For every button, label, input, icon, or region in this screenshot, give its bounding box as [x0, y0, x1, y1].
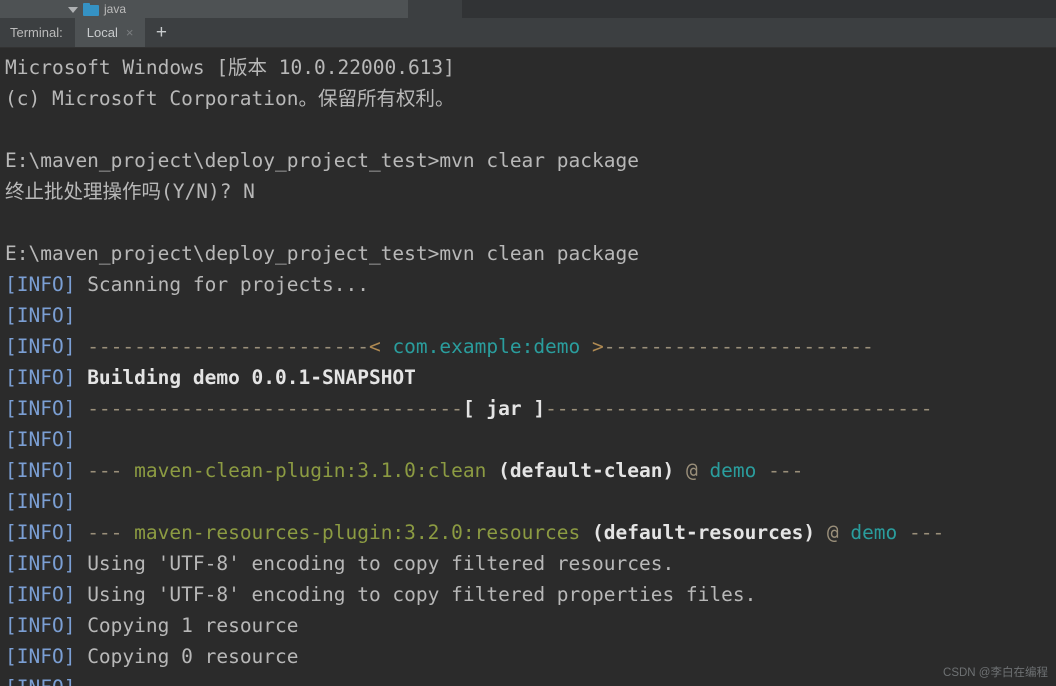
console-text-segment: 终止批处理操作吗(Y/N)? N	[5, 180, 255, 203]
console-text-segment	[5, 118, 17, 141]
console-text-segment: E:\maven_project\deploy_project_test>mvn…	[5, 242, 639, 265]
console-text-segment: ---	[75, 459, 135, 482]
console-line: Microsoft Windows [版本 10.0.22000.613]	[2, 52, 1056, 83]
tree-node-java[interactable]: java	[68, 3, 126, 16]
project-tree-strip: java	[0, 0, 1056, 18]
console-output: Microsoft Windows [版本 10.0.22000.613] (c)…	[2, 52, 1056, 686]
console-text-segment: Scanning for projects...	[75, 273, 369, 296]
console-line	[2, 207, 1056, 238]
console-text-segment: [INFO]	[5, 397, 76, 420]
console-text-segment	[5, 211, 17, 234]
console-line: [INFO] --------------------------------[…	[2, 393, 1056, 424]
terminal-tab-bar: Terminal: Local × +	[0, 18, 1056, 48]
console-text-segment: <	[368, 335, 393, 358]
console-text-segment: [INFO]	[5, 614, 76, 637]
console-text-segment: maven-clean-plugin:3.1.0:clean	[134, 459, 487, 482]
console-text-segment: ---	[756, 459, 804, 482]
console-line: [INFO] Using 'UTF-8' encoding to copy fi…	[2, 579, 1056, 610]
console-text-segment: Building demo 0.0.1-SNAPSHOT	[75, 366, 416, 389]
triangle-down-icon[interactable]	[68, 6, 78, 13]
console-line: [INFO] Copying 0 resource	[2, 641, 1056, 672]
console-line: [INFO] ------------------------< com.exa…	[2, 331, 1056, 362]
console-text-segment: ------------------------	[75, 335, 369, 358]
console-line: [INFO] --- maven-resources-plugin:3.2.0:…	[2, 517, 1056, 548]
folder-icon	[83, 3, 99, 16]
console-text-segment: ---------------------------------	[545, 397, 933, 420]
console-text-segment: [INFO]	[5, 304, 76, 327]
console-text-segment: [INFO]	[5, 676, 75, 686]
console-line: [INFO] --- maven-clean-plugin:3.1.0:clea…	[2, 455, 1056, 486]
console-text-segment: >	[580, 335, 604, 358]
console-text-segment: [INFO]	[5, 583, 76, 606]
console-text-segment: --------------------------------	[75, 397, 463, 420]
console-line: [INFO]	[2, 672, 1056, 686]
tree-node-label: java	[104, 2, 127, 16]
terminal-title-label: Terminal:	[10, 25, 63, 40]
console-line: [INFO]	[2, 300, 1056, 331]
tab-bar-filler	[177, 18, 1056, 47]
console-text-segment: (c) Microsoft Corporation。保留所有权利。	[5, 87, 455, 110]
console-text-segment: [INFO]	[5, 552, 76, 575]
console-text-segment: [INFO]	[5, 521, 76, 544]
console-text-segment: E:\maven_project\deploy_project_test>mvn…	[5, 149, 639, 172]
console-text-segment: demo	[709, 459, 757, 482]
console-text-segment: Microsoft Windows [版本 10.0.22000.613]	[5, 56, 455, 79]
console-text-segment: Using 'UTF-8' encoding to copy filtered …	[75, 583, 757, 606]
console-line: (c) Microsoft Corporation。保留所有权利。	[2, 83, 1056, 114]
terminal-tab-local[interactable]: Local ×	[74, 18, 146, 47]
console-text-segment: [INFO]	[5, 645, 76, 668]
console-text-segment: -----------------------	[603, 335, 874, 358]
console-line: [INFO] Scanning for projects...	[2, 269, 1056, 300]
console-line: [INFO] Copying 1 resource	[2, 610, 1056, 641]
console-text-segment: [INFO]	[5, 459, 76, 482]
console-text-segment: @	[815, 521, 851, 544]
close-icon[interactable]: ×	[126, 26, 134, 39]
terminal-tab-label: Local	[86, 25, 118, 40]
console-text-segment: ---	[75, 521, 135, 544]
console-line	[2, 114, 1056, 145]
console-text-segment: (default-resources)	[580, 521, 816, 544]
console-text-segment: [INFO]	[5, 366, 76, 389]
console-text-segment: Using 'UTF-8' encoding to copy filtered …	[75, 552, 675, 575]
console-text-segment: maven-resources-plugin:3.2.0:resources	[134, 521, 581, 544]
console-line: [INFO]	[2, 486, 1056, 517]
console-text-segment: [INFO]	[5, 490, 76, 513]
watermark: CSDN @李白在编程	[943, 667, 1048, 679]
console-line: 终止批处理操作吗(Y/N)? N	[2, 176, 1056, 207]
console-text-segment: com.example:demo	[392, 335, 581, 358]
console-line: [INFO] Using 'UTF-8' encoding to copy fi…	[2, 548, 1056, 579]
console-text-segment: demo	[850, 521, 898, 544]
console-text-segment: (default-clean)	[486, 459, 675, 482]
console-text-segment: Copying 1 resource	[75, 614, 299, 637]
console-line: [INFO]	[2, 424, 1056, 455]
console-text-segment: @	[674, 459, 710, 482]
tree-row-highlight	[0, 0, 408, 18]
tree-row-right-background	[462, 0, 1056, 18]
console-text-segment: [INFO]	[5, 273, 76, 296]
console-text-segment: Copying 0 resource	[75, 645, 299, 668]
console-text-segment: [INFO]	[5, 428, 76, 451]
terminal-console[interactable]: Microsoft Windows [版本 10.0.22000.613] (c)…	[0, 48, 1056, 686]
console-text-segment: ---	[897, 521, 945, 544]
console-line: E:\maven_project\deploy_project_test>mvn…	[2, 145, 1056, 176]
add-terminal-tab-button[interactable]: +	[145, 18, 177, 47]
console-text-segment: [INFO]	[5, 335, 76, 358]
console-text-segment: [ jar ]	[462, 397, 546, 420]
console-line: E:\maven_project\deploy_project_test>mvn…	[2, 238, 1056, 269]
console-line: [INFO] Building demo 0.0.1-SNAPSHOT	[2, 362, 1056, 393]
